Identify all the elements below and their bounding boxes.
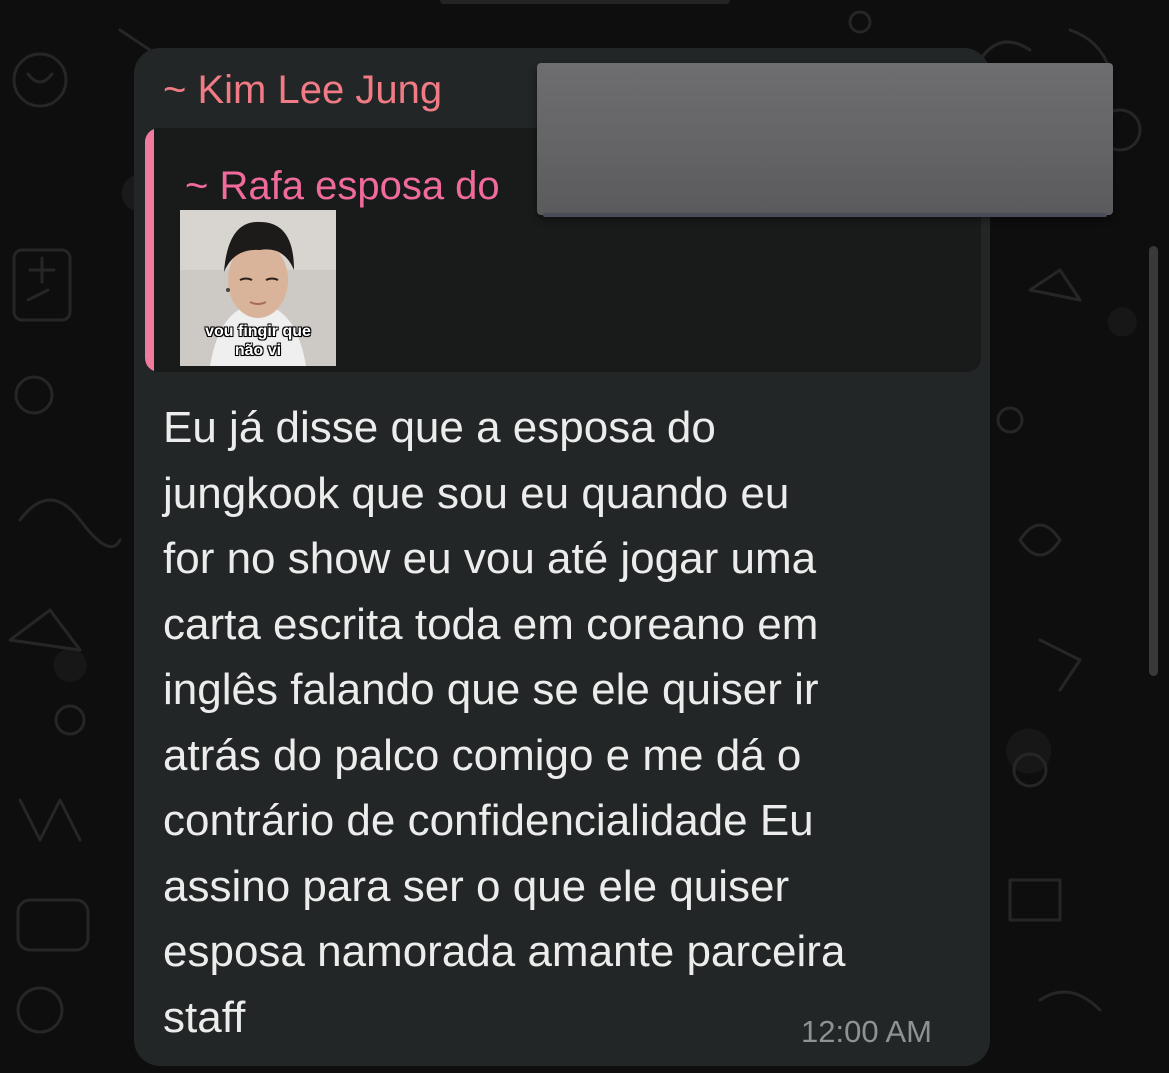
sender-name[interactable]: ~ Kim Lee Jung: [163, 68, 442, 112]
message-line: carta escrita toda em coreano em: [163, 599, 819, 649]
quoted-sticker: vou fingir que não vi: [180, 210, 336, 366]
quote-accent-bar: [145, 128, 154, 372]
sticker-caption-line: não vi: [234, 342, 282, 359]
sticker-caption-line: vou fingir que: [205, 323, 311, 340]
message-line: Eu já disse que a esposa do: [163, 403, 716, 452]
previous-message-edge: [440, 0, 730, 4]
message-line: assino para ser o que ele quiser: [163, 861, 790, 911]
redaction-box: [537, 63, 1113, 217]
quoted-author: ~ Rafa esposa do: [185, 164, 500, 208]
message-text: Eu já disse que a esposa do jungkook que…: [163, 395, 973, 1050]
sticker-caption: vou fingir que não vi: [180, 322, 336, 360]
message-line: for no show eu vou até jogar uma: [163, 534, 817, 583]
message-line: inglês falando que se ele quiser ir: [163, 665, 819, 714]
message-line: jungkook que sou eu quando eu: [163, 468, 790, 518]
message-line: atrás do palco comigo e me dá o: [163, 730, 802, 780]
scrollbar[interactable]: [1149, 246, 1158, 676]
message-line: esposa namorada amante parceira: [163, 927, 846, 976]
message-timestamp: 12:00 AM: [801, 1014, 932, 1049]
message-line: contrário de confidencialidade Eu: [163, 796, 814, 845]
